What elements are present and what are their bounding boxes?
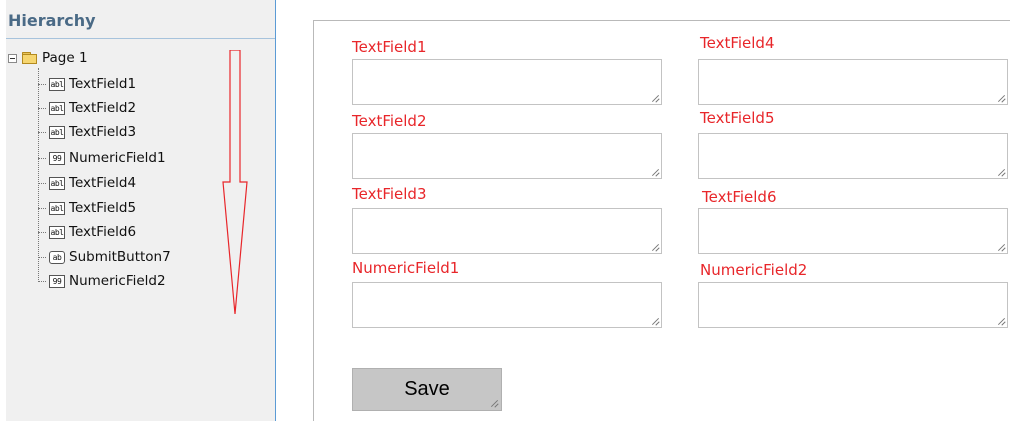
field-label: TextField4 — [700, 34, 775, 52]
text-field-icon: abl — [49, 176, 65, 190]
text-field-icon: abl — [49, 225, 65, 239]
tree-node-label: SubmitButton7 — [69, 249, 171, 265]
tree-node-label: TextField2 — [69, 100, 137, 116]
field-label: NumericField2 — [700, 261, 808, 279]
resize-grip-icon[interactable] — [652, 318, 659, 325]
button-icon: ab — [49, 250, 65, 264]
tab-order-arrow-icon — [222, 50, 248, 315]
text-field-icon: abl — [49, 125, 65, 139]
resize-grip-icon[interactable] — [998, 244, 1005, 251]
folder-icon — [22, 52, 38, 64]
tree-node-textfield5[interactable]: abl TextField5 — [38, 198, 136, 218]
tree-node-submitbutton7[interactable]: ab SubmitButton7 — [38, 247, 171, 267]
numeric-field-icon: 99 — [49, 274, 65, 288]
textfield5-input[interactable] — [698, 133, 1008, 179]
resize-grip-icon[interactable] — [652, 169, 659, 176]
field-label: TextField5 — [700, 109, 775, 127]
hierarchy-panel: Hierarchy Page 1 abl TextField1 abl Text… — [6, 0, 276, 421]
text-field-icon: abl — [49, 101, 65, 115]
resize-grip-icon[interactable] — [652, 244, 659, 251]
resize-grip-icon[interactable] — [998, 318, 1005, 325]
panel-separator — [6, 38, 275, 39]
canvas-header-strip — [278, 0, 1010, 20]
tree-node-textfield3[interactable]: abl TextField3 — [38, 122, 136, 142]
form-canvas: TextField1 TextField4 TextField2 TextFie… — [313, 20, 1010, 421]
tree-node-textfield1[interactable]: abl TextField1 — [38, 74, 136, 94]
resize-grip-icon[interactable] — [491, 400, 498, 407]
textfield3-input[interactable] — [352, 208, 662, 254]
tree-node-textfield2[interactable]: abl TextField2 — [38, 98, 136, 118]
resize-grip-icon[interactable] — [998, 169, 1005, 176]
field-label: TextField2 — [352, 112, 427, 130]
tree-node-label: NumericField2 — [69, 273, 166, 289]
hierarchy-title: Hierarchy — [8, 11, 96, 30]
resize-grip-icon[interactable] — [652, 95, 659, 102]
text-field-icon: abl — [49, 201, 65, 215]
textfield1-input[interactable] — [352, 59, 662, 105]
tree-node-page-1[interactable]: Page 1 — [8, 49, 88, 67]
textfield4-input[interactable] — [698, 59, 1008, 105]
tree-node-numericfield1[interactable]: 99 NumericField1 — [38, 148, 166, 168]
tree-node-label: Page 1 — [42, 50, 88, 66]
tree-node-label: NumericField1 — [69, 150, 166, 166]
resize-grip-icon[interactable] — [998, 95, 1005, 102]
save-button-label: Save — [404, 378, 450, 400]
textfield6-input[interactable] — [698, 208, 1008, 254]
tree-node-label: TextField6 — [69, 224, 137, 240]
tree-node-label: TextField5 — [69, 200, 137, 216]
numeric-field-icon: 99 — [49, 151, 65, 165]
field-label: TextField1 — [352, 38, 427, 56]
tree-node-numericfield2[interactable]: 99 NumericField2 — [38, 271, 166, 291]
numericfield2-input[interactable] — [698, 282, 1008, 328]
tree-node-textfield6[interactable]: abl TextField6 — [38, 222, 136, 242]
tree-node-label: TextField3 — [69, 124, 137, 140]
tree-node-label: TextField4 — [69, 175, 137, 191]
field-label: TextField6 — [702, 188, 777, 206]
field-label: NumericField1 — [352, 259, 460, 277]
tree-node-textfield4[interactable]: abl TextField4 — [38, 173, 136, 193]
collapse-icon[interactable] — [8, 53, 17, 63]
field-label: TextField3 — [352, 185, 427, 203]
tree-node-label: TextField1 — [69, 76, 137, 92]
save-button[interactable]: Save — [352, 368, 502, 411]
text-field-icon: abl — [49, 77, 65, 91]
textfield2-input[interactable] — [352, 133, 662, 179]
numericfield1-input[interactable] — [352, 282, 662, 328]
